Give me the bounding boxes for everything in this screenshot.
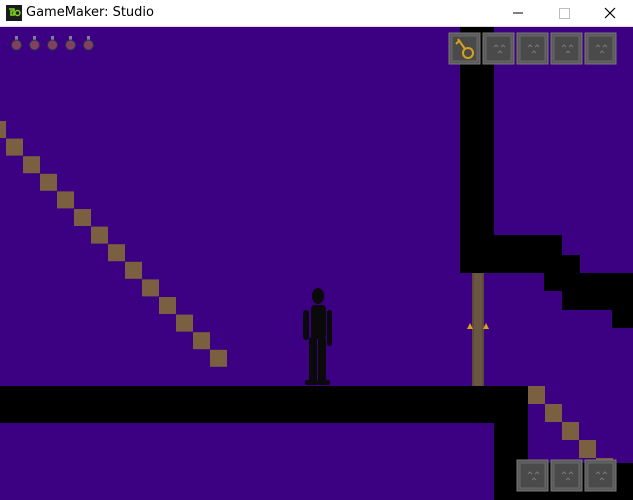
life-flask-icon xyxy=(47,36,58,51)
stair-tile xyxy=(545,404,562,422)
gamemaker-logo-icon xyxy=(6,5,22,21)
wall-tiles xyxy=(0,27,633,500)
inventory-slot[interactable] xyxy=(584,32,617,65)
inventory-top[interactable] xyxy=(448,32,617,65)
life-flask-icon xyxy=(29,36,40,51)
stair-tile xyxy=(108,244,125,262)
game-viewport[interactable] xyxy=(0,27,633,500)
stair-tile xyxy=(193,332,210,350)
inventory-slot[interactable] xyxy=(584,459,617,492)
stair-tile xyxy=(6,138,23,156)
stair-tile xyxy=(159,297,176,314)
maximize-button[interactable] xyxy=(541,0,587,26)
inventory-slot[interactable] xyxy=(516,32,549,65)
life-flask-icon xyxy=(11,36,22,51)
window-title: GameMaker: Studio xyxy=(26,5,154,20)
stair-tile xyxy=(562,422,579,440)
inventory-slot-key[interactable] xyxy=(448,32,481,65)
stair-tile xyxy=(0,121,6,138)
stair-tile xyxy=(40,173,57,191)
lives-indicator xyxy=(11,36,94,51)
inventory-slot[interactable] xyxy=(516,459,549,492)
minimize-icon xyxy=(513,12,523,14)
stair-tile xyxy=(210,349,227,367)
minimize-button[interactable] xyxy=(495,0,541,26)
title-bar[interactable]: GameMaker: Studio xyxy=(0,0,633,27)
close-button[interactable] xyxy=(587,0,633,26)
maximize-icon xyxy=(559,8,570,19)
life-flask-icon xyxy=(83,36,94,51)
life-flask-icon xyxy=(65,36,76,51)
door[interactable] xyxy=(467,273,489,386)
stair-tile xyxy=(91,226,108,244)
stair-tile xyxy=(579,440,596,458)
stair-tile xyxy=(74,209,91,226)
inventory-slot[interactable] xyxy=(550,32,583,65)
stair-tile xyxy=(23,156,40,174)
game-window: GameMaker: Studio xyxy=(0,0,633,500)
close-icon xyxy=(604,7,616,19)
inventory-slot[interactable] xyxy=(550,459,583,492)
game-scene xyxy=(0,27,633,500)
stair-tile xyxy=(57,191,74,209)
stair-tile xyxy=(528,386,545,404)
inventory-bottom[interactable] xyxy=(516,459,617,492)
stair-tile xyxy=(125,261,142,279)
stair-tile xyxy=(176,314,193,332)
stair-tile xyxy=(142,279,159,297)
player-character xyxy=(303,288,332,385)
inventory-slot[interactable] xyxy=(482,32,515,65)
stairs-left xyxy=(0,121,227,367)
